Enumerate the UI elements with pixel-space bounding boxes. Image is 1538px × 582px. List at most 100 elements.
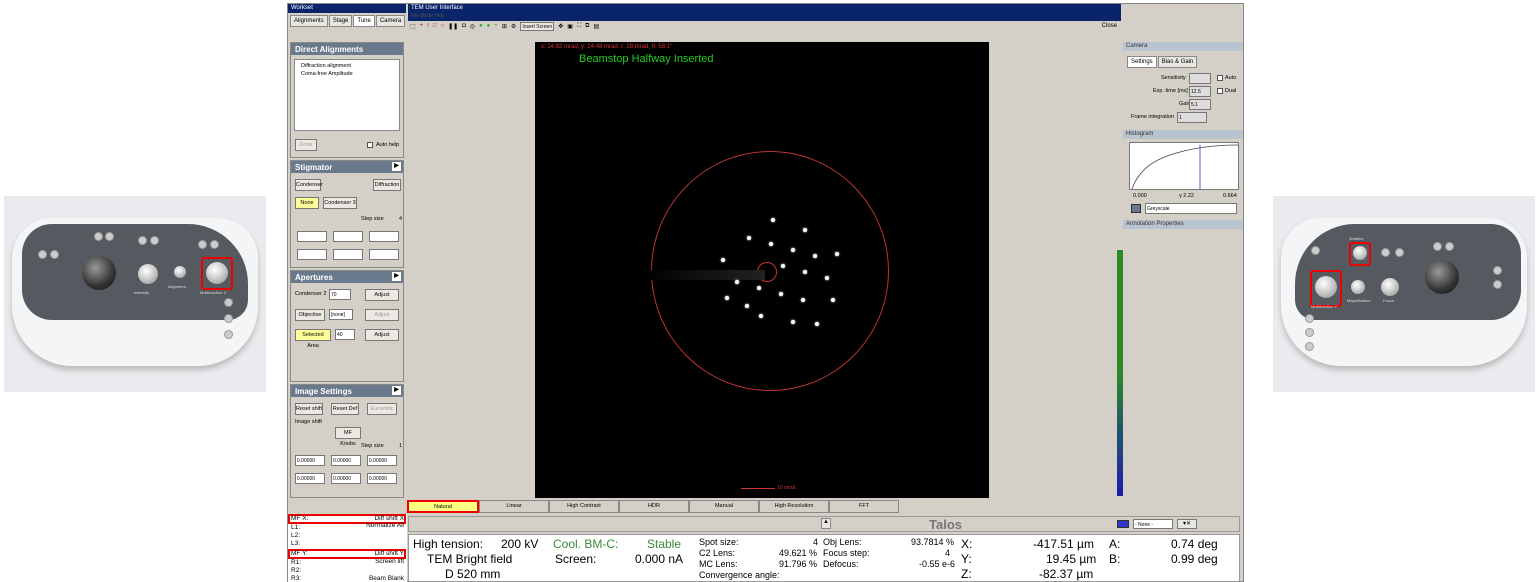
mode-high-contrast[interactable]: High Contrast — [549, 500, 619, 513]
expand-icon[interactable]: ▶ — [392, 162, 401, 171]
expand-arrow-icon[interactable]: ▲ — [821, 518, 831, 529]
mode-fft[interactable]: FFT — [829, 500, 899, 513]
button — [224, 298, 233, 307]
list-item[interactable]: Diffraction alignment — [301, 63, 351, 69]
green-dot-icon[interactable]: ● — [479, 23, 483, 29]
none-stig-button[interactable]: None — [295, 197, 319, 209]
defocus-label: Defocus: — [823, 559, 859, 569]
convergence-angle-label: Convergence angle: — [699, 570, 780, 580]
selected-area-button[interactable]: Selected Area — [295, 329, 331, 349]
sensitivity-select[interactable] — [1189, 73, 1211, 84]
stig-x-field[interactable] — [297, 231, 327, 242]
main-viewer-area: TEM User Interface File Mode Help ⬚ + / … — [408, 4, 1130, 504]
mf-knobs-button[interactable]: MF Knobs — [335, 427, 361, 447]
mode-high-resolution[interactable]: High Resolution — [759, 500, 829, 513]
target-icon[interactable]: ◎ — [470, 23, 475, 30]
l3-label: L3: — [291, 540, 301, 547]
list-item[interactable]: Coma-free Amplitude — [301, 71, 353, 77]
rectangle-tool-icon[interactable]: □ — [433, 23, 437, 29]
image-shift-x-field[interactable]: 0.00000 — [367, 455, 397, 466]
focus-step-value: 4 — [945, 548, 951, 558]
image-shift-y-field[interactable]: 0.00000 — [295, 473, 325, 484]
mode-hdr[interactable]: HDR — [619, 500, 689, 513]
image-shift-y-field[interactable]: 0.00000 — [367, 473, 397, 484]
objective-select[interactable]: [none] — [329, 309, 353, 320]
grid-icon[interactable]: ⊞ — [502, 23, 507, 30]
gain-select[interactable]: 5.1 — [1189, 99, 1211, 110]
image-shift-x-field[interactable]: 0.00000 — [295, 455, 325, 466]
auto-checkbox[interactable] — [1217, 75, 1223, 81]
gear-icon[interactable]: ⚙ — [511, 23, 516, 30]
tab-alignments[interactable]: Alignments — [290, 15, 328, 27]
adjust-selected-area-button[interactable]: Adjust — [365, 329, 399, 341]
image-shift-y-field[interactable]: 0.00000 — [331, 473, 361, 484]
auto-label: Auto — [1225, 75, 1237, 81]
tab-camera[interactable]: Camera — [375, 15, 406, 27]
fullscreen-icon[interactable]: ⛶ — [577, 23, 581, 30]
adjust-objective-button[interactable]: Adjust — [365, 309, 399, 321]
objective-button[interactable]: Objective — [295, 309, 325, 321]
crosshair-tool-icon[interactable]: + — [420, 23, 424, 29]
stig-y-field[interactable] — [333, 249, 363, 260]
tab-stage[interactable]: Stage — [328, 15, 353, 27]
l2-label: L2: — [291, 532, 301, 539]
condenser2-select[interactable]: 70 — [329, 289, 351, 300]
window-icon[interactable]: ⧉ — [585, 23, 589, 30]
reset-shift-button[interactable]: Reset shift — [295, 403, 323, 415]
diffraction-spot — [815, 322, 819, 326]
stig-x-field[interactable] — [369, 231, 399, 242]
adjust-condenser2-button[interactable]: Adjust — [365, 289, 399, 301]
exp-time-select[interactable]: 12.5 — [1189, 86, 1211, 97]
camera-icon[interactable]: ◘ — [462, 23, 466, 29]
eucentric-button[interactable]: Eucentric — [367, 403, 397, 415]
green-dot-icon[interactable]: ● — [487, 23, 491, 29]
move-icon[interactable]: ✥ — [558, 23, 563, 30]
box-icon[interactable]: ▣ — [567, 23, 573, 30]
condenser3-stig-button[interactable]: Condenser 3 — [323, 197, 357, 209]
mode-natural[interactable]: Natural — [407, 500, 479, 513]
diffraction-stig-button[interactable]: Diffraction — [373, 179, 401, 191]
cooling-label: Cool. BM-C: — [553, 537, 619, 551]
layout-icon[interactable]: ▤ — [593, 23, 599, 30]
frame-integration-select[interactable]: 1 — [1177, 112, 1207, 123]
stage-x-label: X: — [961, 537, 973, 551]
stage-y-label: Y: — [961, 552, 972, 566]
mode-manual[interactable]: Manual — [689, 500, 759, 513]
left-control-panel-photo: Intensity Alignment Multifunction X — [4, 196, 266, 392]
palette-select[interactable]: Greyscale — [1145, 203, 1237, 214]
preset-select[interactable]: - None - — [1133, 519, 1173, 529]
selected-area-select[interactable]: 40 — [335, 329, 355, 340]
expand-icon[interactable]: ▶ — [392, 386, 401, 395]
expand-icon[interactable]: ▶ — [392, 272, 401, 281]
insert-screen-button[interactable]: Insert Screen — [520, 21, 555, 31]
mode-linear[interactable]: Linear — [479, 500, 549, 513]
stig-x-field[interactable] — [333, 231, 363, 242]
diffraction-viewer[interactable]: x: 14.82 mrad, y: 24.48 mrad, r: 28 mrad… — [535, 42, 989, 498]
auto-help-checkbox[interactable] — [367, 142, 373, 148]
button — [105, 232, 114, 241]
stig-y-field[interactable] — [369, 249, 399, 260]
reset-def-button[interactable]: Reset Def — [331, 403, 359, 415]
image-shift-x-field[interactable]: 0.00000 — [331, 455, 361, 466]
circle-tool-icon[interactable]: ○ — [440, 23, 444, 29]
pause-icon[interactable]: ❚❚ — [448, 23, 458, 30]
close-icon[interactable]: ▾✕ — [1177, 519, 1197, 529]
palette-icon[interactable] — [1131, 204, 1141, 213]
button — [50, 250, 59, 259]
beamstop-status: Beamstop Halfway Inserted — [579, 53, 714, 65]
tab-bias-gain[interactable]: Bias & Gain — [1157, 56, 1198, 68]
line-tool-icon[interactable]: / — [427, 23, 429, 29]
condenser-stig-button[interactable]: Condenser — [295, 179, 323, 191]
plus-icon[interactable]: + — [494, 23, 498, 29]
pointer-tool-icon[interactable]: ⬚ — [410, 23, 416, 30]
histogram-plot[interactable] — [1129, 142, 1239, 190]
menu-bar[interactable]: File Mode Help — [408, 13, 1121, 21]
close-button[interactable]: Close — [1102, 23, 1117, 29]
done-button[interactable]: Done — [295, 139, 317, 151]
tab-settings[interactable]: Settings — [1127, 56, 1157, 68]
dual-label: Dual — [1225, 88, 1237, 94]
preset-icon[interactable] — [1117, 520, 1129, 528]
tab-tune[interactable]: Tune — [353, 15, 375, 27]
dual-checkbox[interactable] — [1217, 88, 1223, 94]
stig-y-field[interactable] — [297, 249, 327, 260]
